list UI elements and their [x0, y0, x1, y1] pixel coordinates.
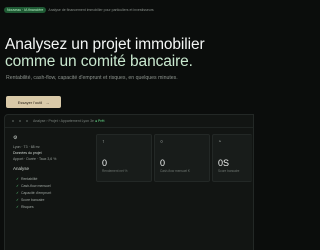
sidebar-item[interactable]: ✓ Risques [16, 205, 34, 209]
window-dot-icon [19, 120, 21, 122]
sidebar-section-title: Analyse [13, 166, 30, 171]
check-icon: ✓ [16, 191, 19, 195]
top-announcement-bar: Nouveau · IA financière Analyse de finan… [4, 6, 246, 14]
metric-label: Rendement net % [102, 169, 128, 173]
check-icon: ✓ [16, 198, 19, 202]
metric-value: 0 [160, 158, 166, 168]
gear-icon[interactable]: ⚙ [13, 135, 17, 141]
check-icon: ✓ [16, 177, 19, 181]
cta-button[interactable]: Essayer l'outil → [6, 96, 61, 108]
up-arrow-icon: ↑ [102, 139, 105, 145]
sidebar-project-data[interactable]: Données du projet [13, 151, 93, 156]
metric-value: 0 [102, 158, 108, 168]
app-preview-window: Analyse › Projet › Appartement Lyon 3e ●… [4, 114, 254, 250]
metric-card[interactable]: ↑ 0 Rendement net % [96, 134, 152, 182]
metric-label: Cash-flow mensuel € [160, 169, 190, 173]
hero-subtitle: Rentabilité, cash-flow, capacité d'empru… [6, 75, 178, 81]
sidebar-item[interactable]: ✓ Score bancaire [16, 198, 44, 202]
metric-card[interactable]: ○ 0 Cash-flow mensuel € [154, 134, 210, 182]
arrow-right-icon: → [45, 99, 50, 105]
circle-icon: ○ [160, 139, 164, 145]
hero-title: Analysez un projet immobilier comme un c… [5, 36, 245, 70]
hero-title-line1: Analysez un projet immobilier [5, 36, 205, 53]
breadcrumb-path: Analyse › Projet › Appartement Lyon 3e [33, 119, 94, 123]
check-icon: ✓ [16, 184, 19, 188]
app-sidebar: ⚙ Lyon · T3 · 68 m² Données du projet Ap… [7, 134, 95, 250]
window-dot-icon [12, 120, 14, 122]
announcement-text: Analyse de financement immobilier pour p… [48, 8, 154, 12]
sidebar-item[interactable]: ✓ Capacité d'emprunt [16, 191, 51, 195]
metric-value: 0S [218, 158, 230, 168]
new-badge[interactable]: Nouveau · IA financière [4, 7, 47, 13]
check-icon: ✓ [16, 205, 19, 209]
breadcrumb-status: ● Prêt [94, 119, 105, 123]
sidebar-project-params: Apport · Durée · Taux 3,6 % [13, 157, 57, 161]
sidebar-item[interactable]: ✓ Rentabilité [16, 177, 37, 181]
sidebar-project-line: Lyon · T3 · 68 m² [13, 145, 40, 149]
breadcrumb: Analyse › Projet › Appartement Lyon 3e ●… [33, 119, 104, 123]
metric-label: Score bancaire [218, 169, 240, 173]
hero-title-line2: comme un comité bancaire. [5, 53, 193, 70]
gauge-icon: ◔ [218, 139, 222, 145]
cta-label: Essayer l'outil [17, 99, 43, 105]
sidebar-item[interactable]: ✓ Cash-flow mensuel [16, 184, 51, 188]
window-dot-icon [26, 120, 28, 122]
app-toolbar: Analyse › Projet › Appartement Lyon 3e ●… [5, 115, 253, 128]
metric-card[interactable]: ◔ 0S Score bancaire [212, 134, 252, 182]
